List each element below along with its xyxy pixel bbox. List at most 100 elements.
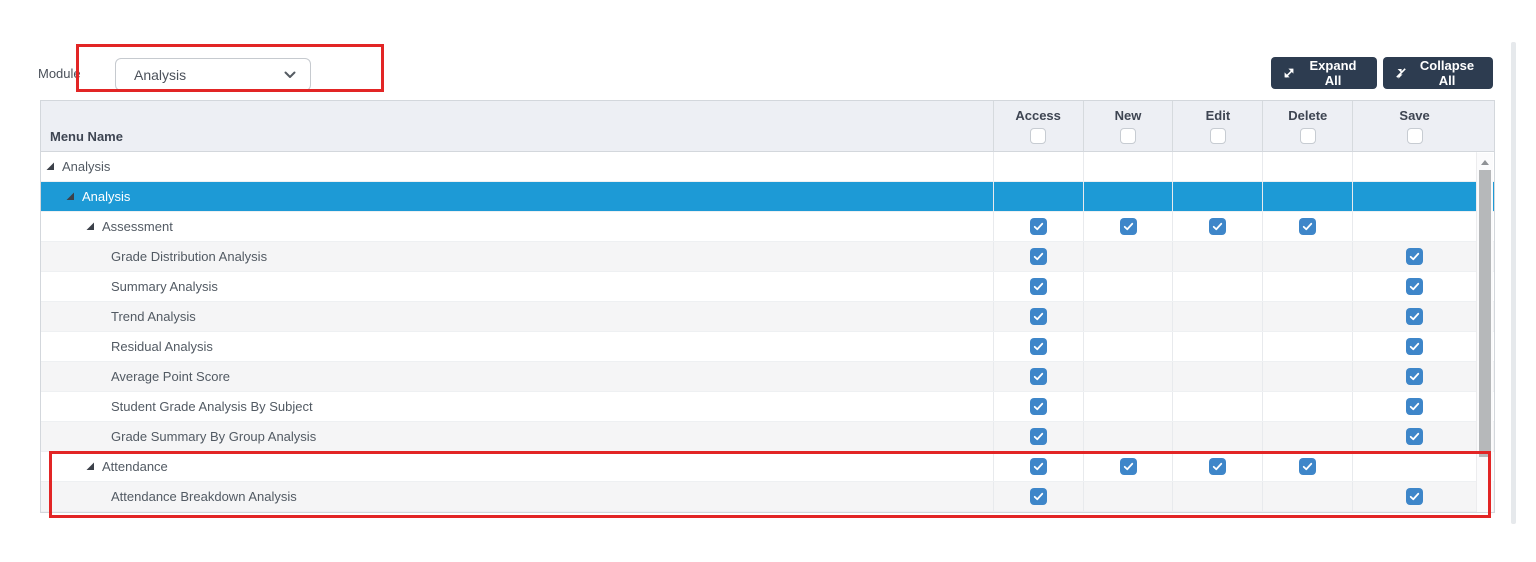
menu-item-label: Analysis <box>82 189 131 204</box>
menu-name-cell: Analysis <box>41 152 993 181</box>
permission-checkbox-checked[interactable] <box>1029 248 1047 265</box>
expand-all-button[interactable]: Expand All <box>1271 57 1377 89</box>
collapse-all-label: Collapse All <box>1419 58 1475 88</box>
collapse-arrows-icon <box>1395 67 1407 79</box>
triangle-expanded-icon[interactable] <box>46 162 55 171</box>
expand-all-label: Expand All <box>1309 58 1357 88</box>
permission-cell-save <box>1352 182 1476 211</box>
permission-checkbox-checked[interactable] <box>1406 428 1424 445</box>
column-header-label: Delete <box>1288 108 1328 123</box>
permission-checkbox-checked[interactable] <box>1406 398 1424 415</box>
permission-checkbox-checked[interactable] <box>1029 488 1047 505</box>
module-select-value: Analysis <box>134 66 187 83</box>
table-row[interactable]: Attendance Breakdown Analysis <box>41 482 1494 512</box>
triangle-expanded-icon[interactable] <box>86 462 95 471</box>
collapse-all-button[interactable]: Collapse All <box>1383 57 1493 89</box>
page-scrollbar[interactable] <box>1511 42 1516 524</box>
permission-cell-access <box>992 242 1083 271</box>
permission-checkbox-checked[interactable] <box>1406 338 1424 355</box>
permission-checkbox-checked[interactable] <box>1119 218 1137 235</box>
module-select[interactable]: Analysis <box>115 58 311 91</box>
permission-checkbox-checked[interactable] <box>1029 368 1047 385</box>
menu-name-cell: Average Point Score <box>41 362 993 391</box>
table-row[interactable]: Grade Distribution Analysis <box>41 242 1494 272</box>
permission-cell-delete <box>1262 272 1352 301</box>
permission-checkbox-checked[interactable] <box>1299 218 1317 235</box>
permission-cell-delete <box>1262 242 1352 271</box>
menu-name-cell: Summary Analysis <box>41 272 993 301</box>
select-all-checkbox[interactable] <box>1299 128 1316 144</box>
table-row[interactable]: Summary Analysis <box>41 272 1494 302</box>
table-row[interactable]: Student Grade Analysis By Subject <box>41 392 1494 422</box>
permission-cell-delete <box>1262 422 1352 451</box>
table-header-row: Menu Name Access New Edit Delete Save <box>41 101 1494 152</box>
permission-checkbox-checked[interactable] <box>1406 368 1424 385</box>
triangle-expanded-icon[interactable] <box>66 192 75 201</box>
permission-cell-delete <box>1262 392 1352 421</box>
table-row[interactable]: Analysis <box>41 152 1494 182</box>
select-all-checkbox[interactable] <box>1120 128 1136 144</box>
permission-checkbox-checked[interactable] <box>1029 218 1047 235</box>
column-header-label: New <box>1114 108 1142 123</box>
scrollbar-thumb[interactable] <box>1479 170 1491 457</box>
column-header-label: Edit <box>1205 108 1231 123</box>
permission-cell-new <box>1082 272 1173 301</box>
permission-cell-edit <box>1172 422 1262 451</box>
permission-cell-delete <box>1262 152 1352 181</box>
menu-name-cell: Analysis <box>41 182 993 211</box>
menu-item-label: Trend Analysis <box>111 309 196 324</box>
table-row[interactable]: Analysis <box>41 182 1494 212</box>
permission-cell-new <box>1082 392 1173 421</box>
table-scrollbar[interactable] <box>1476 153 1493 512</box>
permission-checkbox-checked[interactable] <box>1406 248 1424 265</box>
permission-cell-access <box>992 152 1083 181</box>
table-row[interactable]: Residual Analysis <box>41 332 1494 362</box>
table-row[interactable]: Average Point Score <box>41 362 1494 392</box>
menu-name-cell: Trend Analysis <box>41 302 993 331</box>
permission-cell-new <box>1082 452 1173 481</box>
permission-checkbox-checked[interactable] <box>1029 458 1047 475</box>
chevron-down-icon <box>284 71 296 79</box>
permission-checkbox-checked[interactable] <box>1299 458 1317 475</box>
permission-checkbox-checked[interactable] <box>1029 428 1047 445</box>
expand-arrows-icon <box>1283 67 1295 79</box>
permission-cell-access <box>992 452 1083 481</box>
permission-cell-access <box>992 362 1083 391</box>
table-row[interactable]: Assessment <box>41 212 1494 242</box>
table-row[interactable]: Trend Analysis <box>41 302 1494 332</box>
menu-name-cell: Attendance <box>41 452 993 481</box>
permission-checkbox-checked[interactable] <box>1029 398 1047 415</box>
permission-checkbox-checked[interactable] <box>1406 308 1424 325</box>
table-row[interactable]: Attendance <box>41 452 1494 482</box>
permission-cell-delete <box>1262 452 1352 481</box>
scroll-up-arrow-icon[interactable] <box>1481 160 1489 165</box>
menu-item-label: Average Point Score <box>111 369 230 384</box>
permission-checkbox-checked[interactable] <box>1406 488 1424 505</box>
permission-checkbox-checked[interactable] <box>1209 218 1227 235</box>
permission-checkbox-checked[interactable] <box>1406 278 1424 295</box>
module-label: Module <box>38 66 81 81</box>
menu-name-cell: Student Grade Analysis By Subject <box>41 392 993 421</box>
permission-cell-delete <box>1262 302 1352 331</box>
permission-checkbox-checked[interactable] <box>1029 278 1047 295</box>
permission-cell-edit <box>1172 182 1262 211</box>
select-all-checkbox[interactable] <box>1209 128 1226 144</box>
select-all-checkbox[interactable] <box>1030 128 1047 144</box>
permission-cell-access <box>992 332 1083 361</box>
permission-cell-new <box>1082 242 1173 271</box>
permission-checkbox-checked[interactable] <box>1209 458 1227 475</box>
select-all-checkbox[interactable] <box>1406 128 1423 144</box>
permission-cell-edit <box>1172 212 1262 241</box>
permission-checkbox-checked[interactable] <box>1029 308 1047 325</box>
triangle-expanded-icon[interactable] <box>86 222 95 231</box>
menu-item-label: Summary Analysis <box>111 279 218 294</box>
table-body: Analysis Analysis Assessment Grade Distr… <box>41 152 1494 512</box>
table-row[interactable]: Grade Summary By Group Analysis <box>41 422 1494 452</box>
permissions-page: Module Analysis Expand All Collapse All <box>0 0 1536 562</box>
permission-cell-delete <box>1262 482 1352 511</box>
permission-checkbox-checked[interactable] <box>1119 458 1137 475</box>
permission-cell-edit <box>1172 242 1262 271</box>
permission-checkbox-checked[interactable] <box>1029 338 1047 355</box>
column-header-label: Save <box>1399 108 1430 123</box>
permission-cell-new <box>1082 482 1173 511</box>
